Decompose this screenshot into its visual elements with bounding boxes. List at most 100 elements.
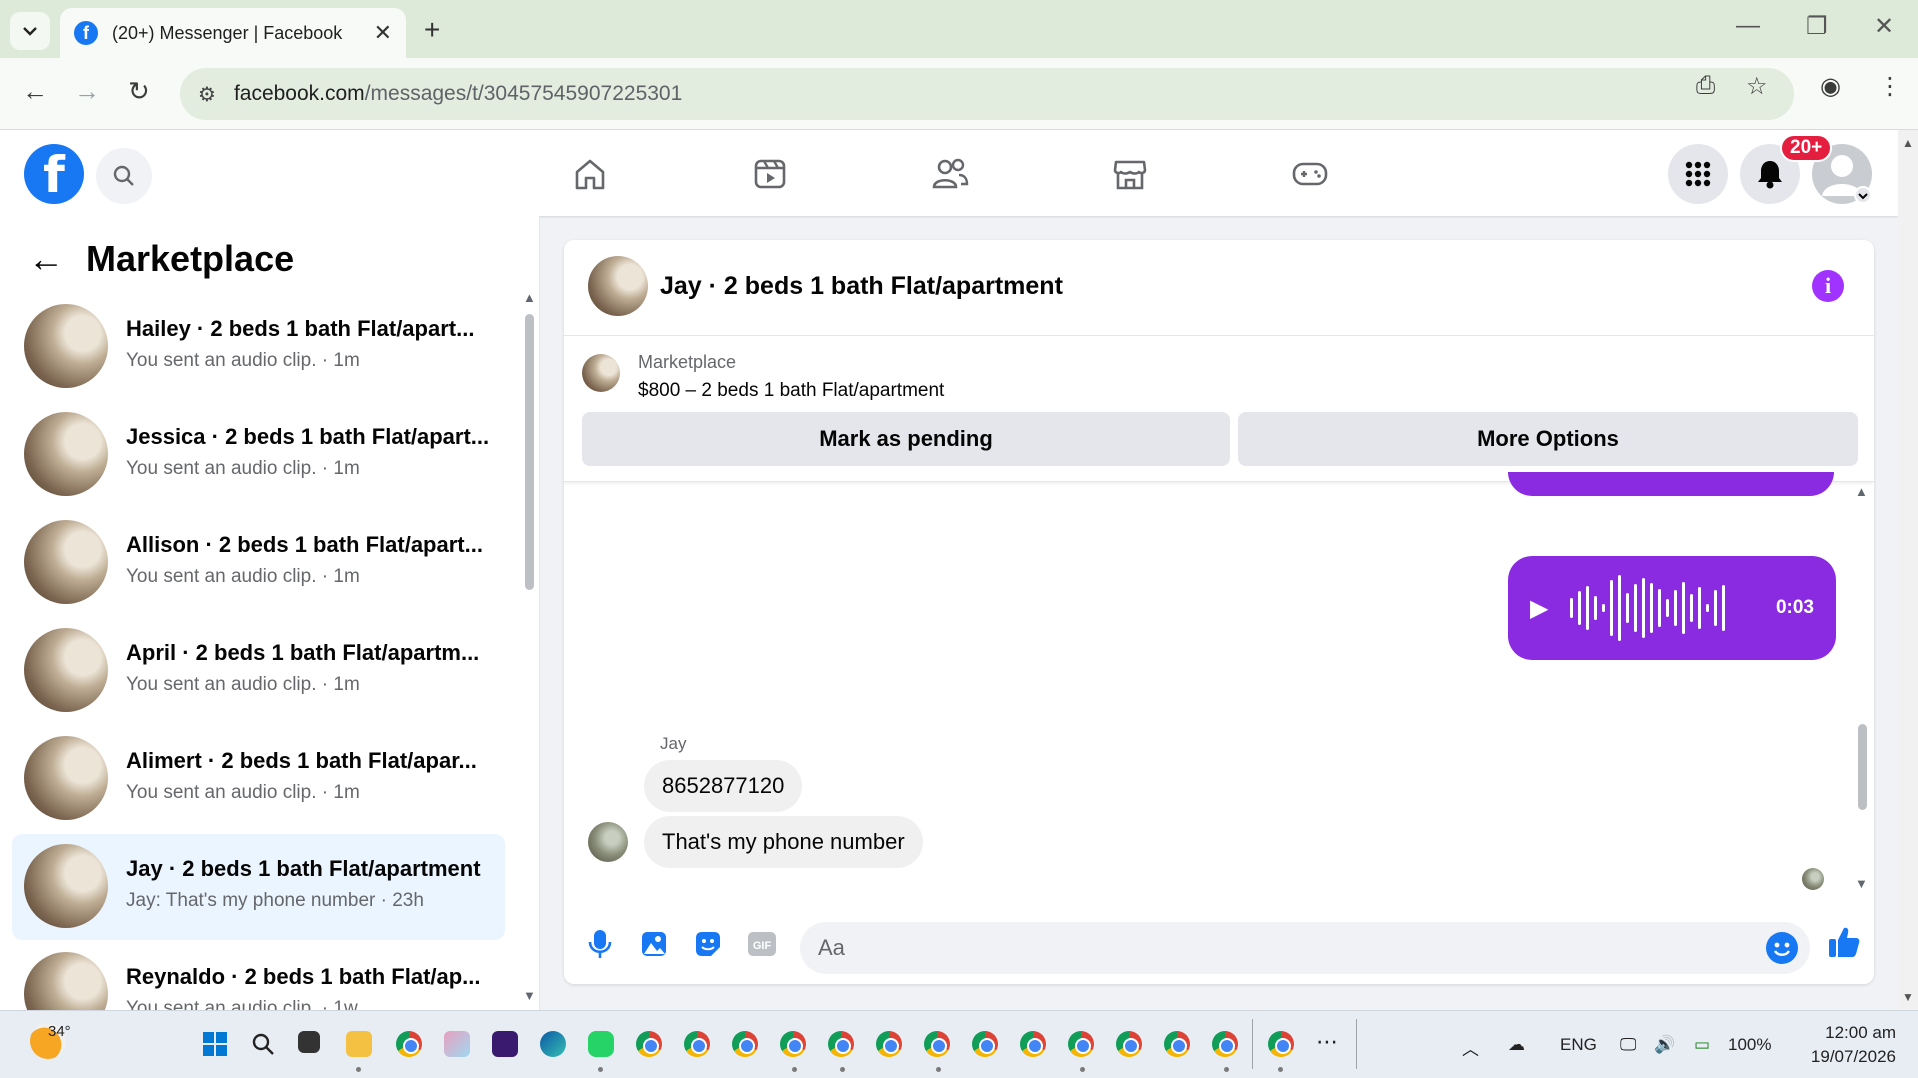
profile-icon[interactable]: ◉ [1820, 72, 1841, 101]
chrome-profile-icon[interactable] [876, 1031, 902, 1057]
emoji-icon[interactable] [1766, 932, 1798, 964]
close-window-icon[interactable]: ✕ [1874, 12, 1894, 41]
menu-grid-button[interactable] [1668, 144, 1728, 204]
system-clock[interactable]: 12:00 am 19/07/2026 [1796, 1021, 1896, 1069]
sticker-icon[interactable] [690, 926, 726, 962]
chrome-profile-icon[interactable] [828, 1031, 854, 1057]
chrome-profile-icon[interactable] [1268, 1031, 1294, 1057]
show-hidden-icons-chevron-icon[interactable]: ︿ [1462, 1035, 1479, 1060]
onedrive-cloud-icon[interactable]: ☁ [1508, 1035, 1525, 1055]
restore-window-icon[interactable]: ❐ [1806, 12, 1828, 41]
conversation-item[interactable]: Jessica · 2 beds 1 bath Flat/apart... Yo… [12, 402, 505, 508]
sender-avatar[interactable] [588, 822, 628, 862]
battery-icon[interactable]: ▭ [1694, 1035, 1710, 1055]
chat-scrollbar[interactable]: ▲ ▼ [1854, 484, 1870, 894]
play-icon[interactable]: ▶ [1530, 594, 1548, 623]
scroll-down-arrow-icon[interactable]: ▼ [523, 988, 536, 1003]
taskbar-search-icon[interactable] [250, 1031, 276, 1057]
chrome-profile-icon[interactable] [1116, 1031, 1142, 1057]
app-icon[interactable] [492, 1031, 518, 1057]
conversation-preview: You sent an audio clip. · 1m [126, 458, 360, 479]
scroll-down-arrow-icon[interactable]: ▼ [1855, 876, 1868, 891]
message-input[interactable] [818, 935, 1718, 961]
chrome-icon[interactable] [396, 1031, 422, 1057]
conversation-item[interactable]: Hailey · 2 beds 1 bath Flat/apart... You… [12, 294, 505, 400]
photo-icon[interactable] [636, 926, 672, 962]
file-explorer-icon[interactable] [346, 1031, 372, 1057]
scroll-up-arrow-icon[interactable]: ▲ [1902, 136, 1914, 150]
microphone-icon[interactable] [582, 926, 618, 962]
tab-search-button[interactable] [10, 12, 50, 50]
conversation-item-active[interactable]: Jay · 2 beds 1 bath Flat/apartment Jay: … [12, 834, 505, 940]
back-icon[interactable]: ← [22, 76, 48, 107]
chat-title[interactable]: Jay · 2 beds 1 bath Flat/apartment [660, 272, 1063, 301]
like-thumbs-up-icon[interactable] [1824, 922, 1864, 962]
scrollbar-thumb[interactable] [525, 314, 534, 590]
page-scrollbar[interactable]: ▲ ▼ [1898, 130, 1918, 1010]
conversation-item[interactable]: Allison · 2 beds 1 bath Flat/apart... Yo… [12, 510, 505, 616]
task-view-icon[interactable] [298, 1031, 320, 1053]
volume-icon[interactable]: 🔊 [1654, 1035, 1675, 1055]
received-message-bubble[interactable]: That's my phone number [644, 816, 923, 868]
url-text: facebook.com/messages/t/3045754590722530… [234, 82, 682, 106]
facebook-logo-icon[interactable]: f [24, 144, 84, 204]
conversation-item[interactable]: Alimert · 2 beds 1 bath Flat/apar... You… [12, 726, 505, 832]
browser-tab[interactable]: f (20+) Messenger | Facebook ✕ [60, 8, 406, 58]
audio-message[interactable]: ▶ 0:03 [1508, 556, 1836, 660]
chrome-icon[interactable] [636, 1031, 662, 1057]
snipping-tool-icon[interactable] [444, 1031, 470, 1057]
chrome-profile-icon[interactable] [1164, 1031, 1190, 1057]
chrome-profile-icon[interactable] [1020, 1031, 1046, 1057]
close-tab-icon[interactable]: ✕ [374, 20, 392, 46]
reload-icon[interactable]: ↻ [128, 76, 150, 107]
windows-start-icon[interactable] [202, 1031, 228, 1057]
panel-header: ← Marketplace [28, 238, 294, 280]
mark-as-pending-button[interactable]: Mark as pending [582, 412, 1230, 466]
language-indicator[interactable]: ENG [1560, 1035, 1597, 1055]
address-bar[interactable]: ⚙ facebook.com/messages/t/30457545907225… [180, 68, 1794, 120]
chrome-profile-icon[interactable] [732, 1031, 758, 1057]
back-arrow-icon[interactable]: ← [28, 238, 64, 280]
conversation-list-scrollbar[interactable]: ▲ ▼ [520, 290, 538, 1010]
forward-icon[interactable]: → [74, 76, 100, 107]
listing-price-title[interactable]: $800 – 2 beds 1 bath Flat/apartment [638, 380, 944, 402]
scrollbar-thumb[interactable] [1858, 724, 1867, 810]
received-message-bubble[interactable]: 8652877120 [644, 760, 803, 812]
gaming-icon[interactable] [1288, 152, 1332, 196]
message-sender-name: Jay [660, 734, 687, 753]
more-apps-icon[interactable]: ⋯ [1316, 1029, 1338, 1055]
chrome-profile-icon[interactable] [924, 1031, 950, 1057]
install-app-icon[interactable]: ⎙ [1696, 72, 1715, 100]
scroll-up-arrow-icon[interactable]: ▲ [1855, 484, 1868, 499]
chrome-profile-icon[interactable] [972, 1031, 998, 1057]
chrome-profile-icon[interactable] [1212, 1031, 1238, 1057]
minimize-window-icon[interactable]: — [1736, 12, 1760, 40]
previous-audio-message[interactable] [1508, 472, 1834, 496]
chrome-profile-icon[interactable] [684, 1031, 710, 1057]
chrome-profile-icon[interactable] [780, 1031, 806, 1057]
browser-menu-icon[interactable]: ⋮ [1878, 72, 1902, 101]
bookmark-star-icon[interactable]: ☆ [1746, 72, 1768, 101]
info-icon[interactable]: i [1812, 270, 1844, 302]
listing-thumbnail[interactable] [582, 354, 620, 392]
conversation-item[interactable]: Reynaldo · 2 beds 1 bath Flat/ap... You … [12, 942, 505, 1010]
message-input-container[interactable] [800, 922, 1810, 974]
new-tab-button[interactable]: + [424, 14, 440, 46]
whatsapp-icon[interactable] [588, 1031, 614, 1057]
edge-icon[interactable] [540, 1031, 566, 1057]
network-icon[interactable]: 🖵 [1620, 1035, 1636, 1055]
chrome-profile-icon[interactable] [1068, 1031, 1094, 1057]
site-info-icon[interactable]: ⚙ [198, 82, 216, 107]
home-icon[interactable] [568, 152, 612, 196]
friends-icon[interactable] [928, 152, 972, 196]
chat-avatar[interactable] [588, 256, 648, 316]
video-reels-icon[interactable] [748, 152, 792, 196]
facebook-search-button[interactable] [96, 148, 152, 204]
conversation-item[interactable]: April · 2 beds 1 bath Flat/apartm... You… [12, 618, 505, 724]
scroll-up-arrow-icon[interactable]: ▲ [523, 290, 536, 305]
gif-icon[interactable]: GIF [744, 926, 780, 962]
more-options-button[interactable]: More Options [1238, 412, 1858, 466]
marketplace-icon[interactable] [1108, 152, 1152, 196]
scroll-down-arrow-icon[interactable]: ▼ [1902, 990, 1914, 1004]
search-icon [113, 165, 134, 186]
